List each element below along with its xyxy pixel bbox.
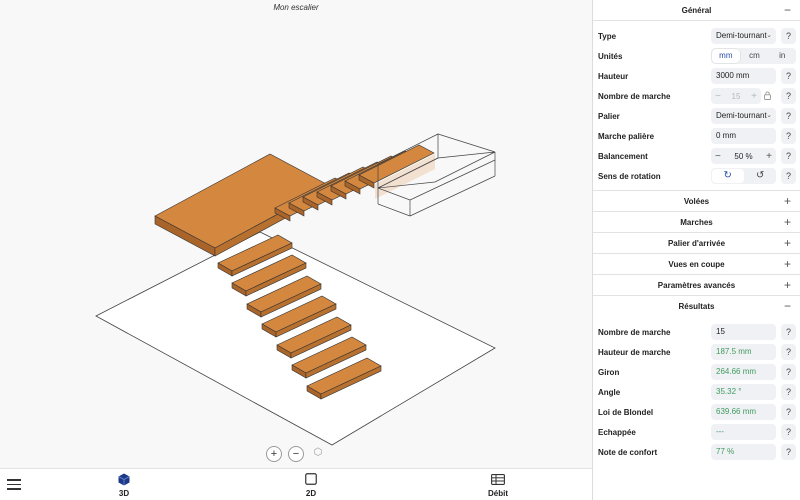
bottom-navigation: 3D 2D Débit <box>0 468 592 500</box>
increment-button: + <box>751 90 757 102</box>
section-vues-coupe-header[interactable]: Vues en coupe + <box>593 254 800 275</box>
rotation-toggle: ↻ ↺ <box>711 168 776 184</box>
section-parametres-avances-header[interactable]: Paramètres avancés + <box>593 275 800 296</box>
result-value: 15 <box>711 324 776 340</box>
expand-icon[interactable]: + <box>784 254 791 275</box>
help-button[interactable]: ? <box>781 364 796 380</box>
help-button[interactable]: ? <box>781 384 796 400</box>
section-marches-header[interactable]: Marches + <box>593 212 800 233</box>
row-hauteur: Hauteur 3000 mm ? <box>593 66 800 86</box>
help-button[interactable]: ? <box>781 128 796 144</box>
balancement-stepper: − 50 % + <box>711 148 776 164</box>
square-icon <box>281 472 341 486</box>
zoom-in-button[interactable]: + <box>266 446 282 462</box>
result-row: Nombre de marche 15 ? <box>593 322 800 342</box>
result-value: --- <box>711 424 776 440</box>
result-row: Echappée --- ? <box>593 422 800 442</box>
expand-icon[interactable]: + <box>784 191 791 212</box>
result-value: 187.5 mm <box>711 344 776 360</box>
help-button[interactable]: ? <box>781 344 796 360</box>
result-value: 639.66 mm <box>711 404 776 420</box>
viewport-3d[interactable]: Mon escalier + − ⬡ <box>0 0 592 468</box>
decrement-button: − <box>715 90 721 102</box>
lock-icon[interactable] <box>764 91 771 102</box>
unit-mm-option[interactable]: mm <box>712 49 740 63</box>
help-button[interactable]: ? <box>781 108 796 124</box>
row-marche-paliere: Marche palière 0 mm ? <box>593 126 800 146</box>
unit-in-option[interactable]: in <box>768 48 796 64</box>
result-row: Angle 35.32 ° ? <box>593 382 800 402</box>
hauteur-input[interactable]: 3000 mm <box>711 68 776 84</box>
cube-icon <box>94 472 154 486</box>
section-palier-arrivee-header[interactable]: Palier d'arrivée + <box>593 233 800 254</box>
result-row: Hauteur de marche 187.5 mm ? <box>593 342 800 362</box>
help-button[interactable]: ? <box>781 444 796 460</box>
help-button[interactable]: ? <box>781 424 796 440</box>
result-value: 77 % <box>711 444 776 460</box>
expand-icon[interactable]: + <box>784 233 791 254</box>
row-type: Type Demi-tournant ⌄ ? <box>593 26 800 46</box>
help-button[interactable]: ? <box>781 148 796 164</box>
upper-floor-box <box>375 133 496 217</box>
result-row: Loi de Blondel 639.66 mm ? <box>593 402 800 422</box>
type-select[interactable]: Demi-tournant ⌄ <box>711 28 776 44</box>
stair-3d-scene[interactable] <box>0 0 592 468</box>
unit-cm-option[interactable]: cm <box>741 48 769 64</box>
help-button[interactable]: ? <box>781 324 796 340</box>
collapse-icon[interactable]: − <box>784 0 791 21</box>
zoom-controls: + − ⬡ <box>266 446 326 462</box>
zoom-out-button[interactable]: − <box>288 446 304 462</box>
rotate-counterclockwise-icon[interactable]: ↺ <box>745 168 777 184</box>
help-button[interactable]: ? <box>781 28 796 44</box>
nombre-marche-stepper: − 15 + <box>711 88 761 104</box>
help-button[interactable]: ? <box>781 168 796 184</box>
tab-debit[interactable]: Débit <box>468 472 528 498</box>
reset-view-cube-icon[interactable]: ⬡ <box>310 446 326 462</box>
collapse-icon[interactable]: − <box>784 296 791 317</box>
palier-select[interactable]: Demi-tournant ⌄ <box>711 108 776 124</box>
row-units: Unités mm cm in <box>593 46 800 66</box>
expand-icon[interactable]: + <box>784 212 791 233</box>
tab-2d[interactable]: 2D <box>281 472 341 498</box>
chevron-down-icon: ⌄ <box>766 32 772 39</box>
section-resultats-header[interactable]: Résultats − <box>593 296 800 317</box>
chevron-down-icon: ⌄ <box>766 112 772 119</box>
help-button[interactable]: ? <box>781 68 796 84</box>
help-button[interactable]: ? <box>781 88 796 104</box>
marche-paliere-input[interactable]: 0 mm <box>711 128 776 144</box>
row-palier: Palier Demi-tournant ⌄ ? <box>593 106 800 126</box>
result-value: 264.66 mm <box>711 364 776 380</box>
settings-panel: Général − Type Demi-tournant ⌄ ? Unités m… <box>592 0 800 500</box>
row-balancement: Balancement − 50 % + ? <box>593 146 800 166</box>
section-volees-header[interactable]: Volées + <box>593 191 800 212</box>
rotate-clockwise-icon[interactable]: ↻ <box>712 169 744 183</box>
row-sens-rotation: Sens de rotation ↻ ↺ ? <box>593 166 800 186</box>
tab-3d[interactable]: 3D <box>94 472 154 498</box>
result-row: Note de confort 77 % ? <box>593 442 800 462</box>
table-icon <box>468 472 528 486</box>
increment-button[interactable]: + <box>766 151 772 162</box>
units-toggle: mm cm in <box>711 48 796 64</box>
help-button[interactable]: ? <box>781 404 796 420</box>
expand-icon[interactable]: + <box>784 275 791 296</box>
project-title: Mon escalier <box>273 3 319 12</box>
section-general-header[interactable]: Général − <box>593 0 800 21</box>
hamburger-menu-icon[interactable] <box>7 479 21 491</box>
result-value: 35.32 ° <box>711 384 776 400</box>
decrement-button[interactable]: − <box>715 151 721 162</box>
result-row: Giron 264.66 mm ? <box>593 362 800 382</box>
row-nombre-marche: Nombre de marche − 15 + ? <box>593 86 800 106</box>
